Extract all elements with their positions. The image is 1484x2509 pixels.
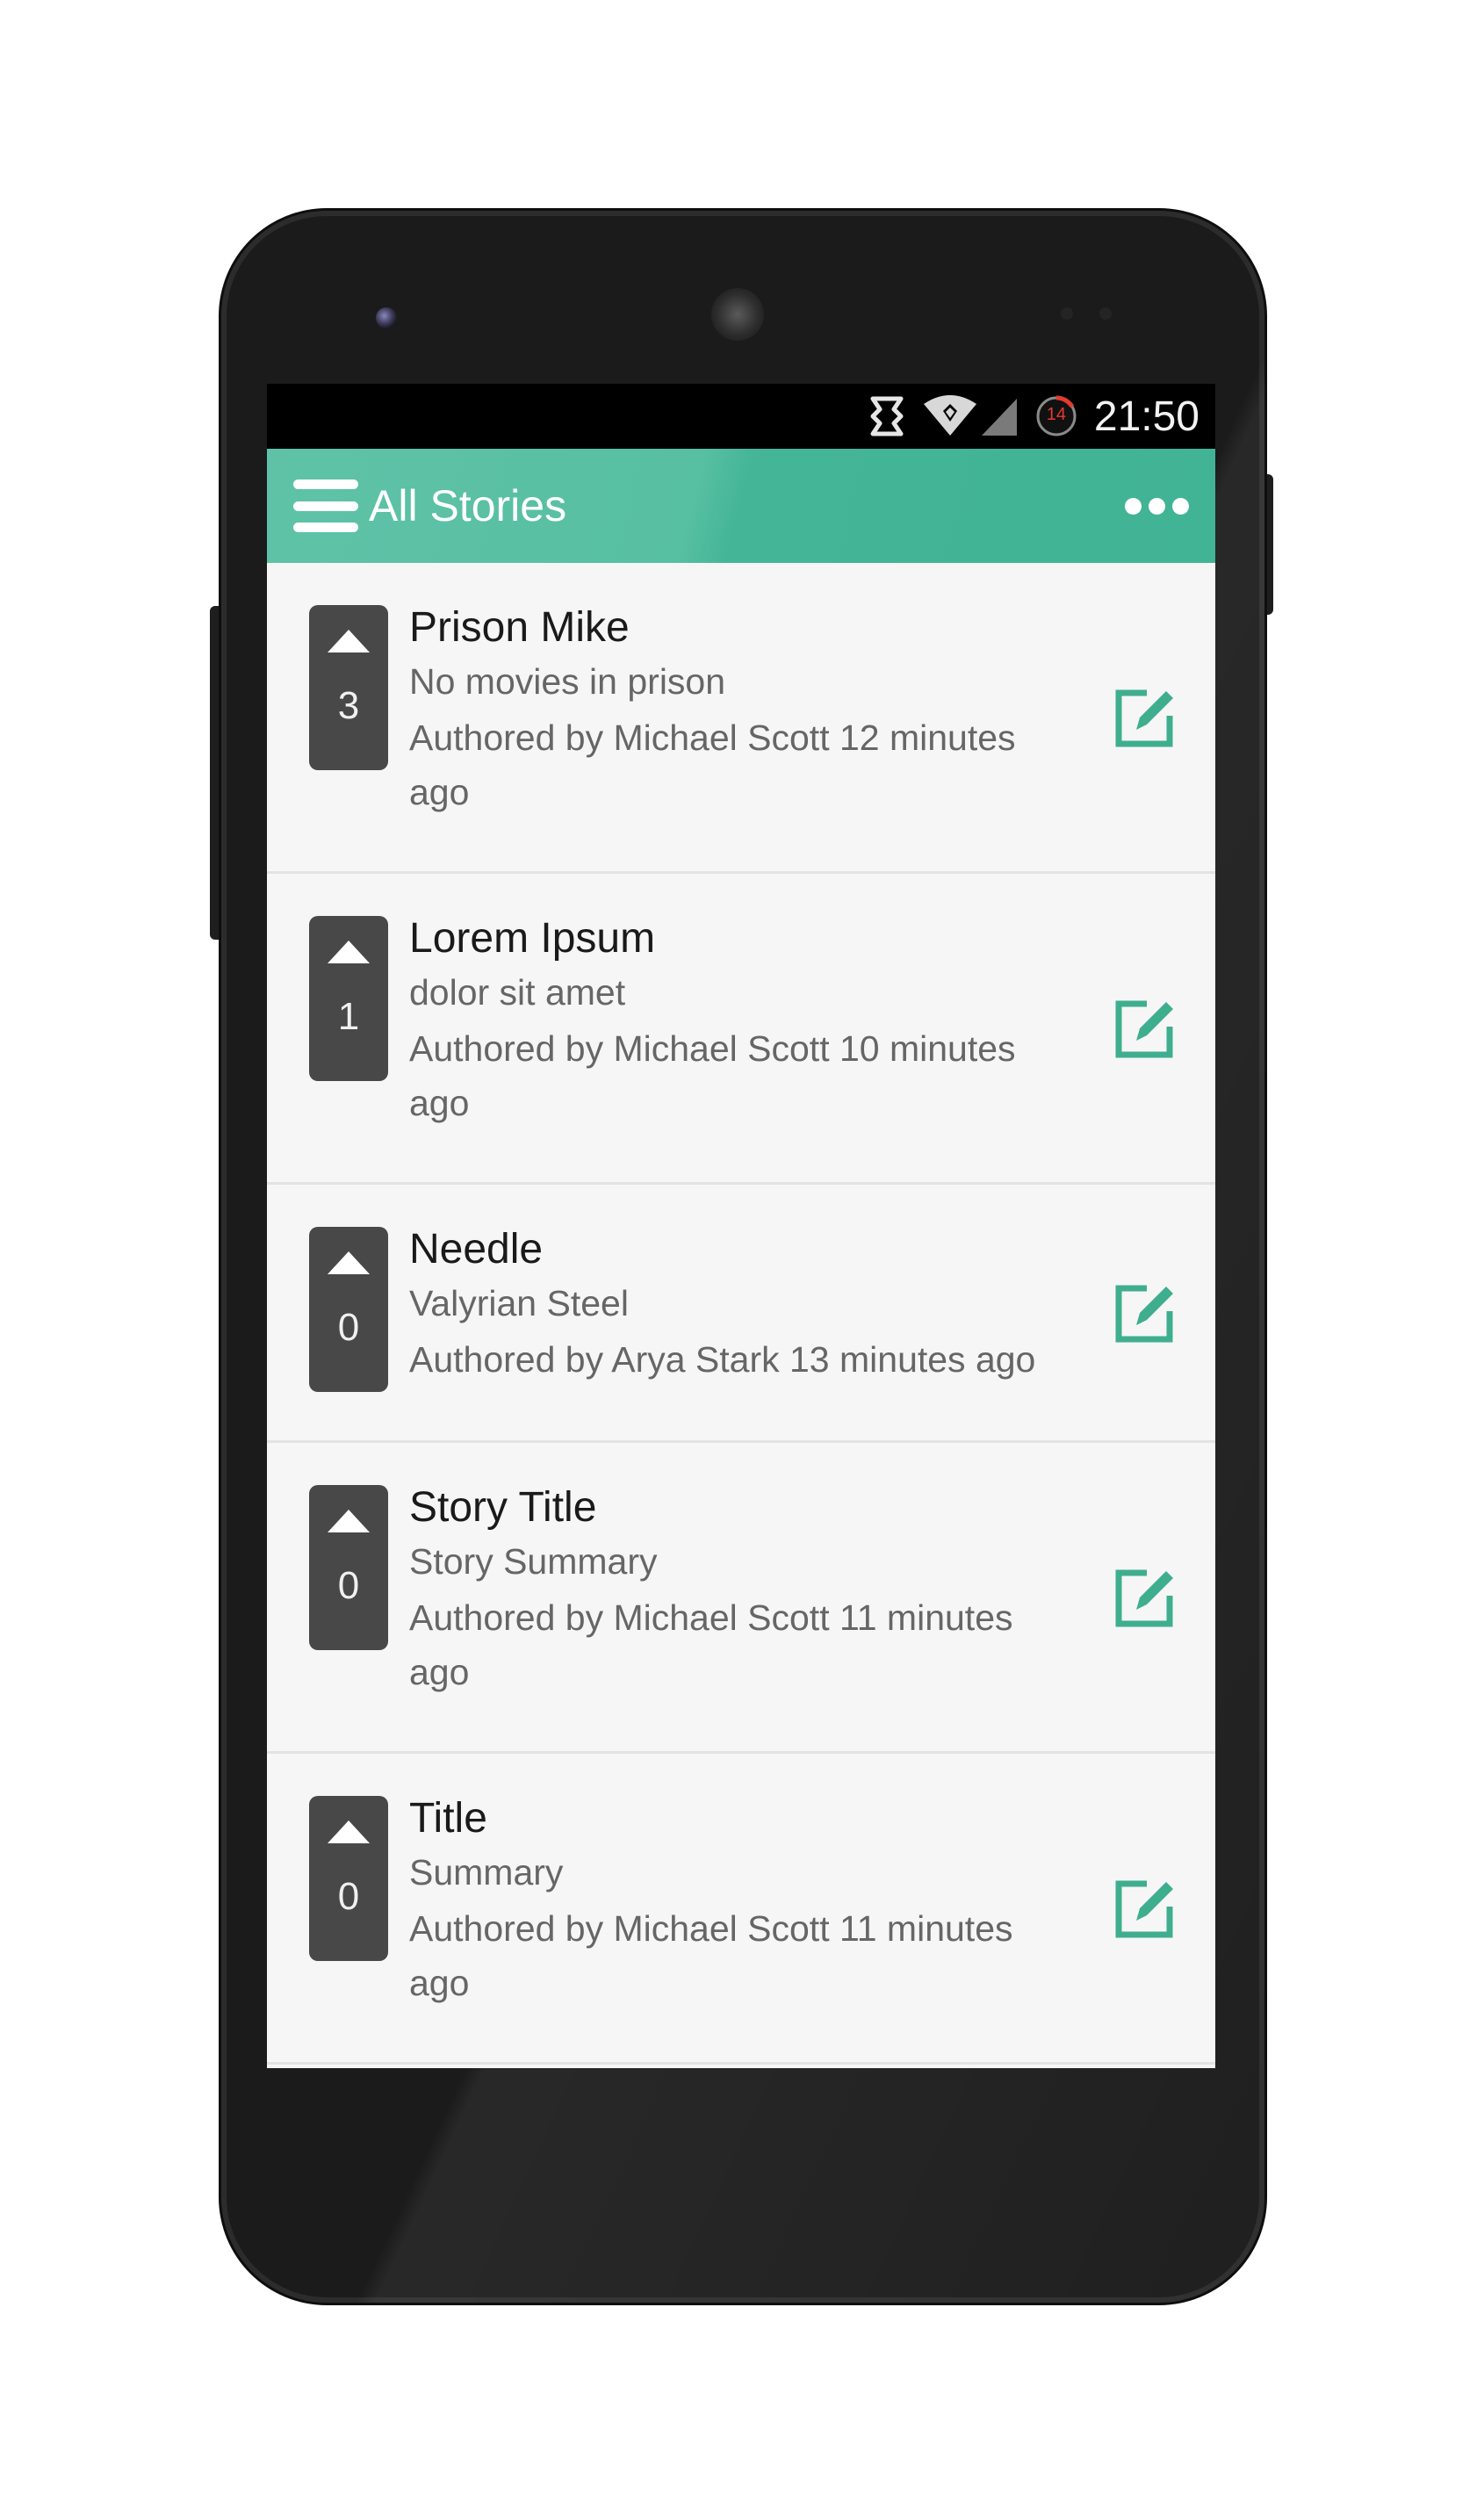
light-sensor — [1099, 307, 1112, 320]
story-card[interactable]: 0 Title Summary Authored by Michael Scot… — [267, 1754, 1215, 2065]
edit-icon[interactable] — [1112, 1564, 1178, 1631]
upvote-arrow-icon[interactable] — [328, 1820, 370, 1843]
story-title: Lorem Ipsum — [409, 915, 656, 962]
story-meta-line: Authored by Michael Scott 12 minutes — [409, 717, 1016, 758]
story-list: 3 Prison Mike No movies in prison Author… — [267, 563, 1215, 2065]
story-body: Needle Valyrian Steel Authored by Arya S… — [409, 1223, 1110, 1387]
vote-box: 0 — [309, 1485, 388, 1650]
story-body: Story Title Story Summary Authored by Mi… — [409, 1482, 1084, 1699]
vote-box: 0 — [309, 1796, 388, 1961]
vote-count: 3 — [337, 684, 360, 727]
vote-box: 0 — [309, 1227, 388, 1392]
story-meta-line: Authored by Michael Scott 11 minutes — [409, 1908, 1013, 1949]
story-meta-line: ago — [409, 772, 470, 812]
proximity-sensor — [1061, 307, 1073, 320]
upvote-arrow-icon[interactable] — [328, 941, 370, 963]
story-summary: Story Summary — [409, 1541, 658, 1582]
battery-icon: 14 — [1034, 394, 1078, 438]
story-meta-line: Authored by Arya Stark 13 minutes ago — [409, 1339, 1036, 1380]
wifi-icon — [922, 395, 978, 437]
story-body: Lorem Ipsum dolor sit amet Authored by M… — [409, 912, 1084, 1130]
signal-icon — [980, 395, 1019, 437]
story-title: Prison Mike — [409, 604, 630, 651]
more-horiz-icon[interactable] — [1125, 489, 1189, 523]
story-meta-line: Authored by Michael Scott 11 minutes — [409, 1597, 1013, 1638]
vote-count: 0 — [337, 1875, 360, 1918]
earpiece-speaker — [711, 288, 764, 341]
story-meta: Authored by Michael Scott 11 minutes ago — [409, 1590, 1084, 1699]
story-card[interactable]: 0 Story Title Story Summary Authored by … — [267, 1443, 1215, 1754]
hamburger-menu-icon[interactable] — [293, 479, 358, 532]
app-screen: 14 21:50 All Stories 3 Prison Mike No mo… — [267, 384, 1215, 2068]
story-summary: No movies in prison — [409, 661, 726, 702]
vote-box: 1 — [309, 916, 388, 1081]
edit-icon[interactable] — [1112, 995, 1178, 1062]
upvote-arrow-icon[interactable] — [328, 630, 370, 652]
vote-count: 0 — [337, 1564, 360, 1607]
story-summary: Valyrian Steel — [409, 1283, 629, 1323]
story-meta: Authored by Arya Stark 13 minutes ago — [409, 1332, 1110, 1387]
story-summary: dolor sit amet — [409, 972, 626, 1013]
story-title: Needle — [409, 1226, 544, 1273]
vote-box: 3 — [309, 605, 388, 770]
story-title: Title — [409, 1795, 487, 1842]
story-meta-line: ago — [409, 1963, 470, 2003]
upvote-arrow-icon[interactable] — [328, 1251, 370, 1274]
status-time: 21:50 — [1093, 393, 1199, 440]
edit-icon[interactable] — [1112, 1280, 1178, 1346]
story-meta: Authored by Michael Scott 12 minutes ago — [409, 710, 1084, 819]
edit-icon[interactable] — [1112, 1875, 1178, 1942]
vote-count: 0 — [337, 1306, 360, 1349]
battery-level: 14 — [1046, 405, 1066, 424]
story-meta: Authored by Michael Scott 10 minutes ago — [409, 1021, 1084, 1130]
upvote-arrow-icon[interactable] — [328, 1510, 370, 1532]
story-card[interactable]: 1 Lorem Ipsum dolor sit amet Authored by… — [267, 874, 1215, 1185]
edit-icon[interactable] — [1112, 684, 1178, 751]
story-summary: Summary — [409, 1852, 564, 1893]
notification-icon — [868, 395, 906, 437]
story-body: Prison Mike No movies in prison Authored… — [409, 602, 1084, 819]
page-title: All Stories — [369, 481, 567, 530]
app-bar: All Stories — [267, 449, 1215, 563]
vote-count: 1 — [337, 995, 360, 1038]
story-card[interactable]: 3 Prison Mike No movies in prison Author… — [267, 563, 1215, 874]
story-meta: Authored by Michael Scott 11 minutes ago — [409, 1901, 1084, 2010]
story-body: Title Summary Authored by Michael Scott … — [409, 1792, 1084, 2010]
story-title: Story Title — [409, 1484, 597, 1531]
story-card[interactable]: 0 Needle Valyrian Steel Authored by Arya… — [267, 1185, 1215, 1443]
status-bar: 14 21:50 — [267, 384, 1215, 449]
front-camera — [376, 307, 397, 328]
story-meta-line: ago — [409, 1083, 470, 1123]
story-meta-line: Authored by Michael Scott 10 minutes — [409, 1028, 1016, 1069]
story-meta-line: ago — [409, 1652, 470, 1692]
